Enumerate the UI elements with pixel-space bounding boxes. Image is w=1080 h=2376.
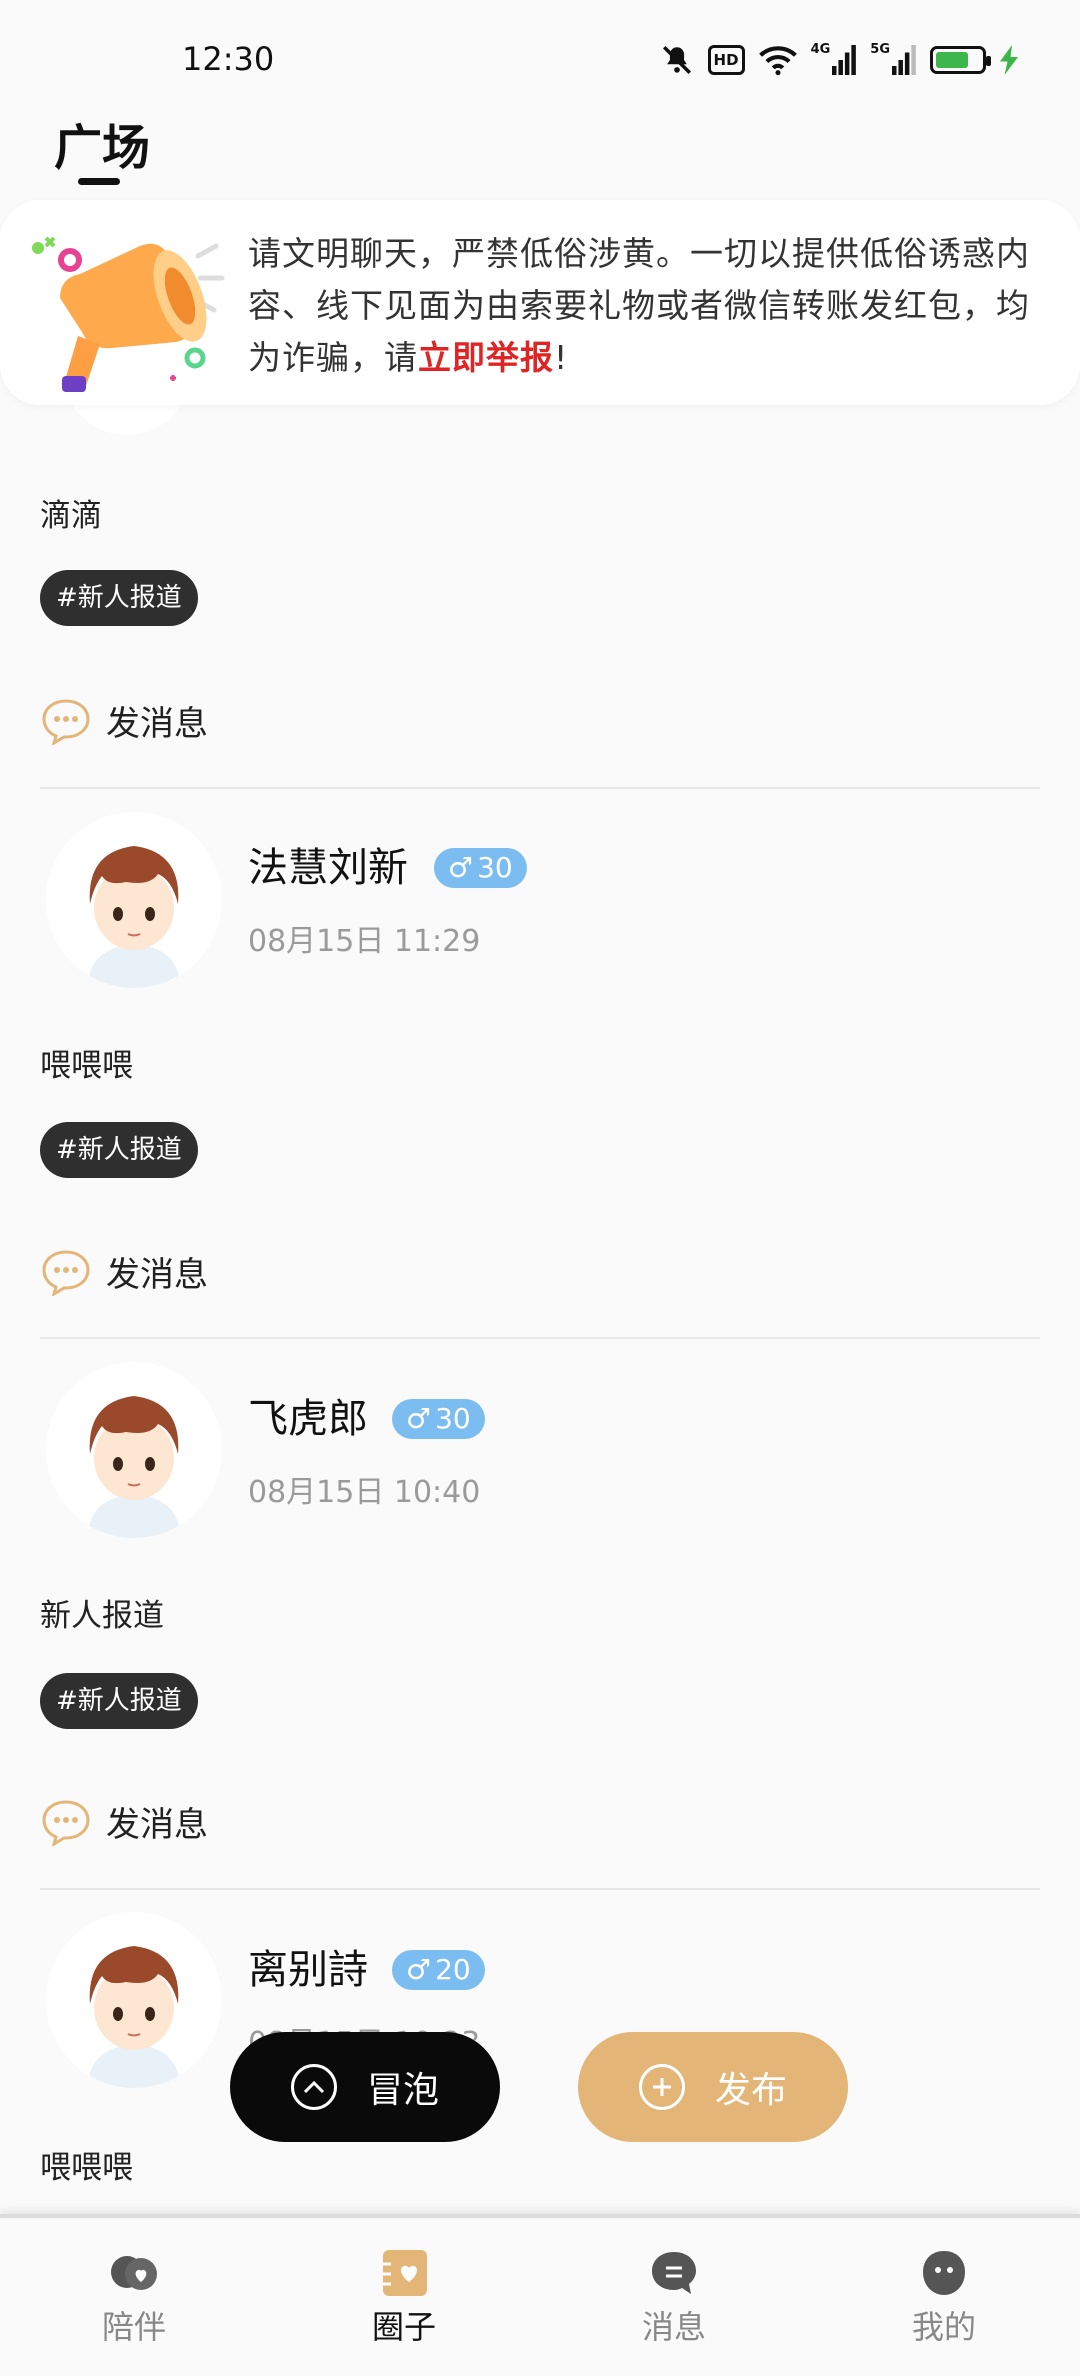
post-content: 新人报道 [40, 1598, 164, 1634]
age-value: 30 [477, 851, 513, 884]
male-icon: ♂ [406, 1402, 432, 1435]
signal-4g-icon: 4G [811, 42, 857, 78]
nav-label: 消息 [641, 2308, 706, 2346]
chat-bubble-icon [42, 1249, 90, 1296]
boy-avatar-icon [88, 1396, 180, 1538]
topic-tag[interactable]: #新人报道 [40, 1122, 198, 1178]
topic-tag[interactable]: #新人报道 [40, 1673, 198, 1729]
post-content: 喂喂喂 [40, 2150, 133, 2186]
post-content: 滴滴 [40, 498, 102, 534]
message-icon [652, 2252, 696, 2294]
bubble-button[interactable]: 冒泡 [230, 2032, 500, 2142]
topic-tag[interactable]: #新人报道 [40, 570, 198, 626]
notice-text: 请文明聊天，严禁低俗涉黄。一切以提供低俗诱惑内容、线下见面为由索要礼物或者微信转… [248, 228, 1038, 384]
battery-icon [930, 42, 991, 78]
age-value: 20 [435, 1953, 471, 1986]
nav-label: 陪伴 [101, 2308, 166, 2346]
status-icons: HD 4G 5G [660, 42, 1018, 78]
chat-bubble-icon [42, 698, 90, 745]
male-icon: ♂ [406, 1953, 432, 1986]
publish-button-label: 发布 [714, 2070, 787, 2111]
bottom-nav: 陪伴 圈子 消息 我的 [0, 2214, 1080, 2376]
send-message-button[interactable]: 发消息 [40, 696, 208, 745]
avatar[interactable] [46, 1362, 222, 1538]
notice-end: ! [554, 338, 569, 377]
nav-label: 圈子 [371, 2308, 436, 2346]
circle-heart-icon [383, 2250, 427, 2296]
status-bar: 12:30 HD 4G 5G [0, 0, 1080, 110]
male-icon: ♂ [448, 851, 474, 884]
age-value: 30 [435, 1402, 471, 1435]
nav-item-companion[interactable]: 陪伴 [64, 2248, 204, 2348]
chat-bubble-icon [42, 1799, 90, 1846]
user-name[interactable]: 离别詩 [248, 1937, 368, 1995]
divider [40, 1337, 1040, 1339]
send-message-label: 发消息 [106, 1255, 208, 1295]
notice-banner: 请文明聊天，严禁低俗涉黄。一切以提供低俗诱惑内容、线下见面为由索要礼物或者微信转… [0, 200, 1080, 405]
divider [40, 1888, 1040, 1890]
post-time: 08月15日 11:29 [248, 924, 481, 959]
publish-button[interactable]: 发布 [578, 2032, 848, 2142]
chevron-up-icon [290, 2064, 337, 2110]
divider [40, 787, 1040, 789]
wifi-icon [758, 42, 797, 78]
avatar[interactable] [46, 812, 222, 988]
post-content: 喂喂喂 [40, 1048, 133, 1084]
avatar[interactable] [46, 1912, 222, 2088]
megaphone-icon [32, 236, 225, 392]
profile-face-icon [923, 2251, 965, 2295]
gender-age-badge: ♂ 30 [434, 848, 527, 888]
nav-item-messages[interactable]: 消息 [604, 2248, 744, 2348]
heart-chat-icon [111, 2256, 157, 2290]
network-4g-label: 4G [810, 42, 831, 57]
send-message-button[interactable]: 发消息 [40, 1797, 208, 1846]
send-message-label: 发消息 [106, 1805, 208, 1845]
boy-avatar-icon [88, 1946, 180, 2088]
gender-age-badge: ♂ 30 [392, 1399, 485, 1439]
gender-age-badge: ♂ 20 [392, 1950, 485, 1990]
user-name[interactable]: 飞虎郎 [248, 1386, 368, 1444]
mute-icon [660, 42, 694, 78]
plus-icon [638, 2064, 685, 2110]
title-underline [78, 178, 120, 185]
page-title[interactable]: 广场 [54, 108, 150, 178]
hd-icon: HD [707, 45, 745, 75]
charging-icon [1000, 42, 1018, 78]
report-link[interactable]: 立即举报 [418, 338, 554, 377]
status-time: 12:30 [182, 40, 275, 78]
signal-5g-icon: 5G [870, 42, 916, 78]
nav-label: 我的 [911, 2308, 976, 2346]
notice-body: 请文明聊天，严禁低俗涉黄。一切以提供低俗诱惑内容、线下见面为由索要礼物或者微信转… [248, 234, 1030, 377]
send-message-label: 发消息 [106, 704, 208, 744]
user-name[interactable]: 法慧刘新 [248, 835, 408, 893]
bubble-button-label: 冒泡 [366, 2070, 439, 2111]
nav-item-profile[interactable]: 我的 [874, 2248, 1014, 2348]
network-5g-label: 5G [870, 42, 890, 57]
boy-avatar-icon [88, 846, 180, 988]
post-time: 08月15日 10:40 [248, 1475, 481, 1510]
nav-item-circle[interactable]: 圈子 [334, 2248, 474, 2348]
send-message-button[interactable]: 发消息 [40, 1247, 208, 1296]
